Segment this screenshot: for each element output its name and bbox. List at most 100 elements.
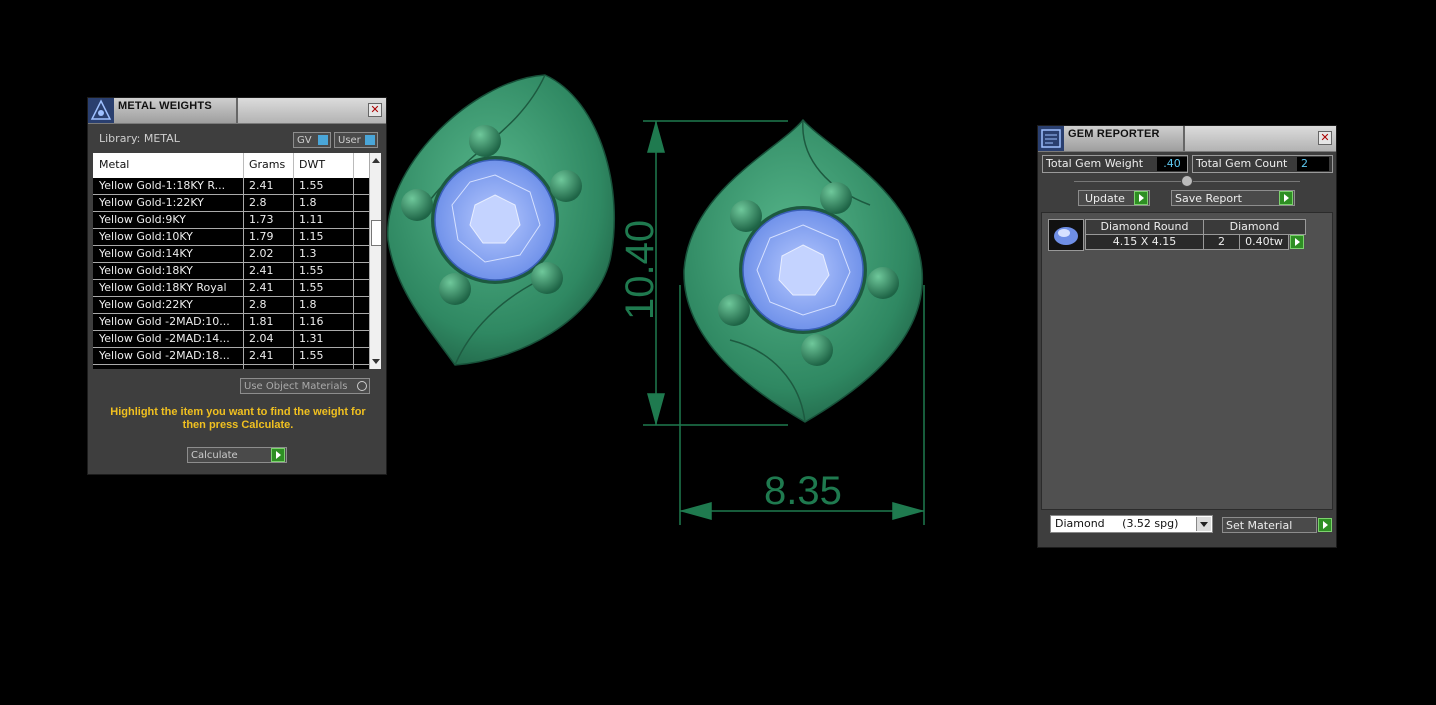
metal-name: Yellow Gold -2MAD:18...	[99, 349, 230, 362]
gem-size: 4.15 X 4.15	[1112, 235, 1177, 248]
diamond-round-icon	[1054, 227, 1078, 245]
update-button[interactable]: Update	[1078, 190, 1150, 206]
column-header-dwt[interactable]: DWT	[299, 158, 325, 171]
grams-value: 2.41	[249, 179, 274, 192]
total-gem-weight-value: .40	[1157, 157, 1187, 171]
gem-reporter-logo-icon	[1038, 126, 1064, 151]
metal-name: Yellow Gold-1:18KY R...	[99, 179, 226, 192]
table-row[interactable]: Yellow Gold -2MAD:14... 2.04 1.31	[93, 331, 369, 348]
gem-count: 2	[1218, 235, 1225, 248]
gem-reporter-panel: GEM REPORTER ✕ Total Gem Weight .40 Tota…	[1037, 125, 1337, 548]
close-icon[interactable]: ✕	[368, 103, 382, 117]
scrollbar-thumb[interactable]	[371, 220, 381, 246]
dimension-width-label: 8.35	[764, 469, 842, 513]
gem-thumbnail[interactable]	[1048, 219, 1084, 251]
metal-name: Yellow Gold-1:22KY	[99, 196, 204, 209]
gem-size-cell: 4.15 X 4.15	[1085, 234, 1204, 250]
table-row[interactable]: Yellow Gold-1:22KY 2.8 1.8	[93, 195, 369, 212]
grams-value: 2.8	[249, 196, 267, 209]
dwt-value: 1.16	[299, 315, 324, 328]
close-icon[interactable]: ✕	[1318, 131, 1332, 145]
use-object-materials-button[interactable]: Use Object Materials	[240, 378, 370, 394]
metal-weights-titlebar[interactable]: METAL WEIGHTS ✕	[88, 98, 386, 124]
gem-reporter-titlebar[interactable]: GEM REPORTER ✕	[1038, 126, 1336, 152]
grams-value: 1.79	[249, 230, 274, 243]
metal-weights-panel: METAL WEIGHTS ✕ Library: METAL GV User M…	[87, 97, 387, 475]
save-report-button[interactable]: Save Report	[1171, 190, 1295, 206]
metal-name: Yellow Gold:10KY	[99, 230, 193, 243]
metal-name: Yellow Gold:14KY	[99, 247, 193, 260]
grams-value: 2.41	[249, 349, 274, 362]
gem-material: Diamond	[1229, 220, 1280, 233]
dwt-value: 1.55	[299, 281, 324, 294]
gem-list[interactable]: Diamond Round Diamond 4.15 X 4.15 2 0.40…	[1041, 212, 1333, 510]
metal-name: Yellow Gold -2MAD:14...	[99, 332, 230, 345]
calculate-hint: Highlight the item you want to find the …	[110, 406, 366, 431]
metal-weights-logo-icon	[88, 98, 114, 123]
gem-count-cell: 2	[1203, 234, 1240, 250]
save-report-label: Save Report	[1175, 192, 1242, 205]
table-row[interactable]: Yellow Gold -2MAD:10... 1.81 1.16	[93, 314, 369, 331]
table-row[interactable]: Yellow Gold:22KY 2.8 1.8	[93, 297, 369, 314]
earring-right-model	[683, 118, 923, 423]
material-select[interactable]: Diamond (3.52 spg)	[1050, 515, 1213, 533]
gem-weight: 0.40tw	[1245, 235, 1283, 248]
use-object-materials-label: Use Object Materials	[244, 381, 348, 392]
library-label: Library: METAL	[99, 132, 180, 145]
total-gem-weight-box: Total Gem Weight .40	[1042, 155, 1188, 173]
material-select-value: Diamond (3.52 spg)	[1055, 517, 1179, 530]
set-material-button[interactable]: Set Material	[1222, 517, 1332, 533]
earring-left-model	[387, 74, 616, 366]
dwt-value: 1.31	[299, 332, 324, 345]
metal-name: Yellow Gold:22KY	[99, 298, 193, 311]
chevron-down-icon[interactable]	[1196, 517, 1211, 531]
grams-value: 2.41	[249, 281, 274, 294]
grams-value: 2.41	[249, 264, 274, 277]
update-label: Update	[1085, 192, 1125, 205]
gem-weight-cell: 0.40tw	[1239, 234, 1289, 250]
scroll-down-icon[interactable]	[372, 359, 380, 364]
table-row[interactable]: Yellow Gold:18KY 2.41 1.55	[93, 263, 369, 280]
dwt-value: 1.8	[299, 298, 317, 311]
play-arrow-icon	[271, 448, 285, 462]
gv-toggle[interactable]: GV	[293, 132, 331, 148]
metal-table[interactable]: Metal Grams DWT Yellow Gold-1:18KY R... …	[93, 153, 381, 369]
grams-value: 2.02	[249, 247, 274, 260]
table-row[interactable]: Yellow Gold:9KY 1.73 1.11	[93, 212, 369, 229]
dwt-value: 1.55	[299, 349, 324, 362]
user-toggle-label: User	[338, 135, 361, 146]
grams-value: 1.73	[249, 213, 274, 226]
slider-knob-icon[interactable]	[1181, 175, 1193, 187]
table-row[interactable]: Yellow Gold:14KY 2.02 1.3	[93, 246, 369, 263]
metal-name: Yellow Gold:9KY	[99, 213, 186, 226]
dwt-value: 1.3	[299, 247, 317, 260]
toggle-indicator-icon	[365, 135, 375, 145]
dwt-value: 1.11	[299, 213, 324, 226]
dwt-value: 1.55	[299, 264, 324, 277]
metal-name: Yellow Gold:18KY Royal	[99, 281, 227, 294]
table-row[interactable]: Yellow Gold-1:18KY R... 2.41 1.55	[93, 178, 369, 195]
grams-value: 2.04	[249, 332, 274, 345]
table-row[interactable]: Yellow Gold:10KY 1.79 1.15	[93, 229, 369, 246]
gv-toggle-label: GV	[297, 135, 312, 146]
user-toggle[interactable]: User	[334, 132, 378, 148]
calculate-button[interactable]: Calculate	[187, 447, 287, 463]
total-gem-weight-label: Total Gem Weight	[1046, 157, 1144, 170]
scroll-up-icon[interactable]	[372, 158, 380, 163]
play-arrow-icon	[1279, 191, 1293, 205]
toggle-indicator-icon	[357, 381, 367, 391]
metal-table-scrollbar[interactable]	[369, 153, 381, 369]
table-row[interactable]: Yellow Gold:18KY Royal 2.41 1.55	[93, 280, 369, 297]
column-header-metal[interactable]: Metal	[99, 158, 129, 171]
play-arrow-icon	[1134, 191, 1148, 205]
table-row[interactable]: Yellow Gold -2MAD:18... 2.41 1.55	[93, 348, 369, 365]
dwt-value: 1.15	[299, 230, 324, 243]
dimension-height-label: 10.40	[618, 220, 662, 320]
toggle-indicator-icon	[318, 135, 328, 145]
total-gem-count-box: Total Gem Count 2	[1192, 155, 1333, 173]
metal-table-header: Metal Grams DWT	[93, 153, 369, 178]
gem-reporter-title: GEM REPORTER	[1068, 128, 1160, 140]
gem-select-arrow-icon[interactable]	[1290, 235, 1304, 249]
gem-material-cell: Diamond	[1203, 219, 1306, 235]
column-header-grams[interactable]: Grams	[249, 158, 285, 171]
